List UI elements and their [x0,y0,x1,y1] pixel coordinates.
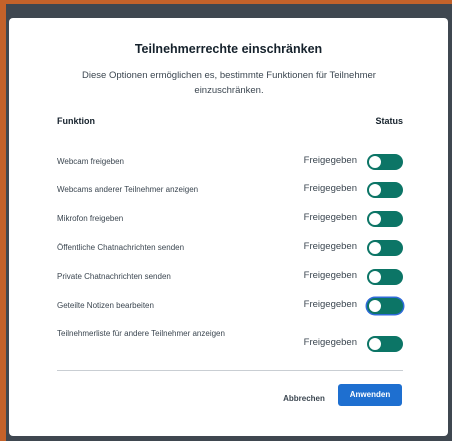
column-header-status: Status [375,116,403,126]
setting-label: Öffentliche Chatnachrichten senden [57,243,185,252]
setting-label: Mikrofon freigeben [57,214,124,223]
setting-row-user-list: Teilnehmerliste für andere Teilnehmer an… [57,328,403,356]
apply-button[interactable]: Anwenden [338,384,402,406]
setting-row-shared-notes: Geteilte Notizen bearbeiten Freigegeben [57,295,403,317]
toggle-other-webcams[interactable] [367,182,403,198]
setting-status: Freigegeben [303,241,357,252]
toggle-microphone[interactable] [367,211,403,227]
setting-row-other-webcams: Webcams anderer Teilnehmer anzeigen Frei… [57,179,403,201]
setting-status: Freigegeben [303,337,357,348]
setting-row-microphone: Mikrofon freigeben Freigegeben [57,208,403,230]
setting-label: Private Chatnachrichten senden [57,272,171,281]
setting-label: Teilnehmerliste für andere Teilnehmer an… [57,329,225,338]
toggle-knob [369,271,381,283]
column-header-function: Funktion [57,116,95,126]
toggle-knob [369,242,381,254]
setting-label: Webcams anderer Teilnehmer anzeigen [57,185,199,194]
toggle-knob [369,213,381,225]
toggle-knob [369,338,381,350]
setting-status: Freigegeben [303,299,357,310]
setting-label: Geteilte Notizen bearbeiten [57,301,154,310]
setting-status: Freigegeben [303,270,357,281]
setting-status: Freigegeben [303,212,357,223]
lock-viewers-modal: Teilnehmerrechte einschränken Diese Opti… [9,18,448,436]
cancel-button[interactable]: Abbrechen [279,388,329,410]
modal-description: Diese Optionen ermöglichen es, bestimmte… [82,70,376,96]
setting-status: Freigegeben [303,155,357,166]
toggle-knob [369,300,381,312]
modal-title: Teilnehmerrechte einschränken [134,42,323,56]
setting-status: Freigegeben [303,183,357,194]
setting-label: Webcam freigeben [57,157,124,166]
setting-row-private-chat: Private Chatnachrichten senden Freigegeb… [57,266,403,288]
toggle-public-chat[interactable] [367,240,403,256]
setting-row-public-chat: Öffentliche Chatnachrichten senden Freig… [57,237,403,259]
toggle-webcam[interactable] [367,154,403,170]
toggle-user-list[interactable] [367,336,403,352]
toggle-knob [369,156,381,168]
toggle-shared-notes[interactable] [367,298,403,314]
setting-row-webcam: Webcam freigeben Freigegeben [57,151,403,173]
footer-divider [57,370,403,371]
toggle-private-chat[interactable] [367,269,403,285]
toggle-knob [369,184,381,196]
